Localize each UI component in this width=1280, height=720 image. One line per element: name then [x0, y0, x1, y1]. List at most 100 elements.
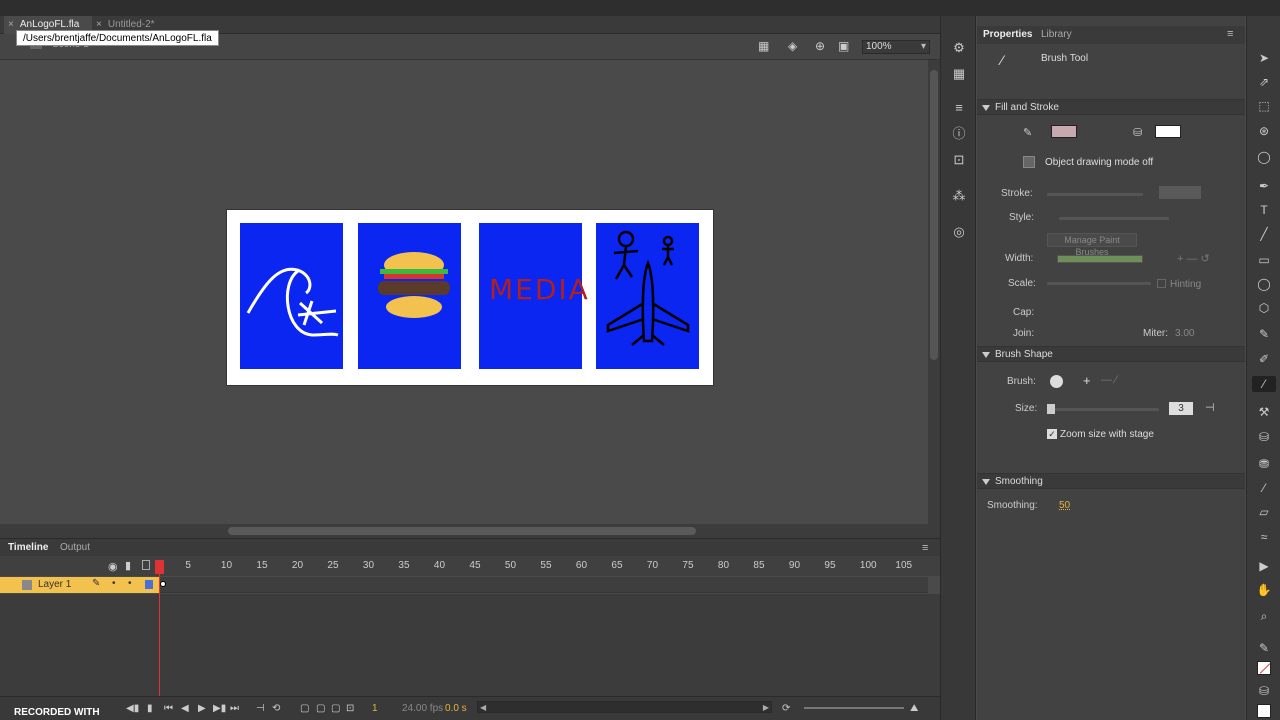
current-frame[interactable]: 1 — [372, 703, 378, 714]
layer-row[interactable]: Layer 1 ✎ • • — [0, 577, 160, 593]
playhead-handle[interactable] — [155, 560, 164, 574]
eraser-tool-icon[interactable]: ▱ — [1256, 504, 1272, 520]
layer-name[interactable]: Layer 1 — [38, 579, 71, 590]
modify-markers-icon[interactable]: ⊡ — [346, 703, 354, 714]
stroke-color-swatch[interactable] — [1051, 125, 1077, 138]
pencil-icon[interactable]: ✎ — [92, 578, 100, 589]
layer-frames[interactable] — [160, 577, 928, 593]
center-frame-icon[interactable]: ⊣ — [256, 703, 265, 714]
transform-icon[interactable]: ⊡ — [951, 152, 967, 168]
info-icon[interactable]: ⓘ — [951, 126, 967, 142]
camera-tool-icon[interactable]: ▶ — [1256, 558, 1272, 574]
size-slider[interactable] — [1049, 408, 1159, 411]
hand-tool-icon[interactable]: ✋ — [1256, 582, 1272, 598]
polystar-tool-icon[interactable]: ⬡ — [1256, 300, 1272, 316]
cc-libraries-icon[interactable]: ◎ — [951, 224, 967, 240]
subselection-tool-icon[interactable]: ⇗ — [1256, 74, 1272, 90]
stroke-value-field[interactable] — [1159, 186, 1201, 199]
pin-icon[interactable]: ⊣ — [1205, 401, 1215, 414]
zoom-select[interactable]: 100% ▾ — [862, 40, 930, 54]
frame-rate[interactable]: 24.00 fps — [402, 703, 443, 714]
timeline-body[interactable] — [0, 594, 940, 696]
oval-tool-icon[interactable]: ◯ — [1256, 276, 1272, 292]
tab-properties[interactable]: Properties — [977, 26, 1038, 44]
free-transform-icon[interactable]: ⬚ — [1256, 98, 1272, 114]
color-icon[interactable]: ⚙ — [951, 40, 967, 56]
tab-library[interactable]: Library — [1035, 26, 1078, 44]
3d-rotation-icon[interactable]: ⊛ — [1256, 123, 1272, 139]
eyedropper-tool-icon[interactable]: ⁄ — [1256, 480, 1272, 496]
scale-select[interactable] — [1047, 282, 1151, 285]
close-icon[interactable]: × — [8, 19, 14, 30]
lasso-tool-icon[interactable]: ◯ — [1256, 149, 1272, 165]
zoom-slider[interactable] — [804, 707, 904, 709]
tab-output[interactable]: Output — [54, 539, 96, 557]
pen-tool-icon[interactable]: ✒ — [1256, 178, 1272, 194]
tab-timeline[interactable]: Timeline — [2, 539, 54, 557]
stage[interactable]: MEDIA — [226, 209, 714, 386]
line-tool-icon[interactable]: ╱ — [1256, 226, 1272, 242]
burger-drawing[interactable] — [358, 223, 461, 369]
onion-outline-icon[interactable]: ▢ — [316, 703, 325, 714]
manage-paint-brushes-button[interactable]: Manage Paint Brushes — [1047, 233, 1137, 257]
zoom-tool-icon[interactable]: ⌕ — [1256, 608, 1272, 624]
vertical-scroll-thumb[interactable] — [930, 70, 938, 360]
media-drawing[interactable]: MEDIA — [479, 223, 588, 369]
plane-drawing[interactable] — [596, 223, 699, 369]
stroke-color-chip[interactable] — [1257, 661, 1271, 675]
wave-drawing[interactable] — [240, 223, 343, 369]
scroll-left-icon[interactable]: ◀ — [480, 703, 486, 712]
rectangle-tool-icon[interactable]: ▭ — [1256, 252, 1272, 268]
clip-icon[interactable]: ▣ — [838, 39, 849, 53]
horizontal-scroll-thumb[interactable] — [228, 527, 696, 535]
loop-icon[interactable]: ◀▮ — [126, 703, 139, 714]
loop-playback-icon[interactable]: ⟲ — [272, 703, 280, 714]
width-tools-icon[interactable]: + — ↺ — [1177, 252, 1210, 265]
miter-value[interactable]: 3.00 — [1175, 328, 1194, 339]
outline-icon[interactable] — [142, 560, 150, 570]
stop-icon[interactable]: ▮ — [147, 703, 153, 714]
mountain-icon[interactable]: ⛰ — [910, 703, 918, 714]
fill-color-chip[interactable] — [1257, 704, 1271, 718]
brush-tool-icon[interactable]: ⁄ — [1252, 376, 1276, 392]
vertical-scrollbar[interactable] — [928, 60, 940, 526]
close-icon[interactable]: × — [96, 19, 102, 30]
fill-color-swatch[interactable] — [1155, 125, 1181, 138]
round-brush-icon[interactable] — [1050, 375, 1063, 388]
step-back-icon[interactable]: ◀ — [181, 703, 189, 714]
first-frame-icon[interactable]: ⏮ — [164, 703, 173, 714]
step-forward-icon[interactable]: ▶▮ — [213, 703, 226, 714]
play-icon[interactable]: ▶ — [198, 703, 206, 714]
symbol-icon[interactable]: ◈ — [788, 39, 797, 53]
visible-dot[interactable]: • — [112, 578, 116, 589]
ink-bottle-tool-icon[interactable]: ⛃ — [1256, 456, 1272, 472]
keyframe-dot[interactable] — [160, 581, 166, 587]
object-drawing-icon[interactable] — [1023, 156, 1035, 168]
hinting-checkbox[interactable] — [1157, 279, 1166, 288]
width-profile-select[interactable] — [1057, 255, 1143, 263]
scroll-right-icon[interactable]: ▶ — [763, 703, 769, 712]
stroke-slider[interactable] — [1047, 193, 1143, 196]
sync-icon[interactable]: ⟳ — [782, 703, 790, 714]
outline-color[interactable] — [145, 580, 153, 589]
fill-color-tool-icon[interactable]: ⛁ — [1256, 683, 1272, 699]
smoothing-value[interactable]: 50 — [1059, 500, 1070, 511]
clapper-icon[interactable]: ▦ — [758, 39, 769, 53]
pencil-tool-icon[interactable]: ✎ — [1256, 326, 1272, 342]
swatches-icon[interactable]: ▦ — [951, 66, 967, 82]
align-icon[interactable]: ≡ — [951, 100, 967, 116]
paint-bucket-tool-icon[interactable]: ⛁ — [1256, 429, 1272, 445]
paint-brush-tool-icon[interactable]: ✐ — [1256, 351, 1272, 367]
brush-remove-icon[interactable]: — ⁄ — [1101, 374, 1117, 386]
elapsed-time[interactable]: 0.0 s — [445, 703, 467, 714]
zoom-size-checkbox[interactable]: ✓ — [1047, 429, 1057, 439]
add-brush-icon[interactable]: + — [1083, 373, 1091, 388]
size-value-field[interactable]: 3 — [1169, 402, 1193, 415]
style-select[interactable] — [1059, 217, 1169, 220]
size-slider-thumb[interactable] — [1047, 404, 1055, 414]
width-tool-icon[interactable]: ≈ — [1256, 529, 1272, 545]
crosshair-icon[interactable]: ⊕ — [815, 39, 825, 53]
last-frame-icon[interactable]: ⏭ — [230, 703, 239, 714]
bone-tool-icon[interactable]: ⚒ — [1256, 404, 1272, 420]
panel-menu-icon[interactable]: ≡ — [922, 542, 928, 554]
